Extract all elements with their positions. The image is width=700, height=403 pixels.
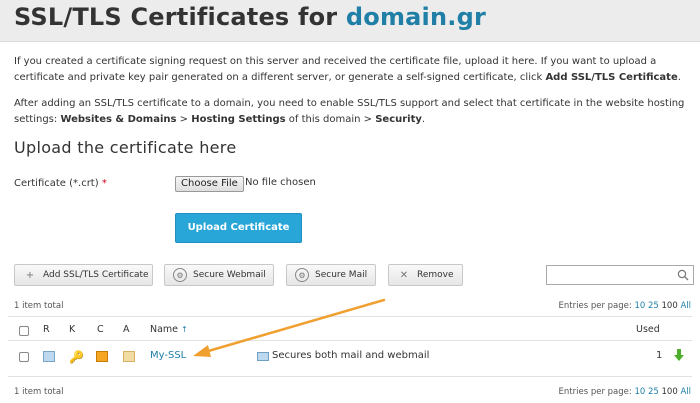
entries-option-10[interactable]: 10 xyxy=(634,301,645,311)
items-total: 1 item total xyxy=(14,387,64,397)
intro-emphasis-websites: Websites & Domains xyxy=(60,114,177,125)
entries-option-10[interactable]: 10 xyxy=(634,387,645,397)
column-c: C xyxy=(97,324,104,335)
items-total: 1 item total xyxy=(14,301,64,311)
column-name-label: Name xyxy=(150,324,179,335)
intro-paragraph-1: If you created a certificate signing req… xyxy=(14,54,690,86)
remove-icon: ✕ xyxy=(399,269,409,281)
entries-per-page: Entries per page: 10 25 100 All xyxy=(559,387,691,397)
intro-emphasis-add: Add SSL/TLS Certificate xyxy=(545,72,678,83)
sort-arrow-icon: ↑ xyxy=(181,325,188,334)
download-icon[interactable] xyxy=(674,349,684,362)
table-divider xyxy=(8,340,692,341)
key-icon: 🔑 xyxy=(69,350,84,364)
add-certificate-label: Add SSL/TLS Certificate xyxy=(43,270,149,280)
choose-file-button[interactable]: Choose File xyxy=(175,176,244,192)
mail-icon xyxy=(257,352,269,361)
column-r: R xyxy=(43,324,50,335)
entries-per-page: Entries per page: 10 25 100 All xyxy=(559,301,691,311)
secure-webmail-label: Secure Webmail xyxy=(193,270,266,280)
upload-certificate-button[interactable]: Upload Certificate xyxy=(175,213,302,243)
intro-emphasis-hosting: Hosting Settings xyxy=(191,114,286,125)
required-mark: * xyxy=(101,178,107,189)
page-title-prefix: SSL/TLS Certificates for xyxy=(14,3,346,31)
certificate-field-label: Certificate (*.crt) * xyxy=(14,178,107,189)
page-title-domain: domain.gr xyxy=(345,3,487,31)
certificate-label-text: Certificate (*.crt) xyxy=(14,178,99,189)
gear-icon: ⚙ xyxy=(173,268,187,282)
column-a: A xyxy=(123,324,130,335)
intro-text: . xyxy=(677,72,681,83)
table-divider xyxy=(8,316,692,317)
add-certificate-button[interactable]: + Add SSL/TLS Certificate xyxy=(14,264,153,286)
search-input[interactable] xyxy=(546,265,694,285)
entries-option-100: 100 xyxy=(661,387,678,397)
column-name[interactable]: Name ↑ xyxy=(150,324,188,335)
intro-text: of this domain > xyxy=(285,114,376,125)
remove-label: Remove xyxy=(417,270,454,280)
secure-mail-label: Secure Mail xyxy=(315,270,368,280)
plus-icon: + xyxy=(25,269,35,281)
entries-option-100: 100 xyxy=(661,301,678,311)
entries-option-25[interactable]: 25 xyxy=(648,301,659,311)
intro-text: > xyxy=(176,114,192,125)
remove-button[interactable]: ✕ Remove xyxy=(388,264,463,286)
table-divider xyxy=(8,376,692,377)
column-k: K xyxy=(69,324,76,335)
intro-emphasis-security: Security xyxy=(375,114,422,125)
gear-icon: ⚙ xyxy=(295,268,309,282)
search-icon[interactable] xyxy=(677,269,689,281)
entries-option-all[interactable]: All xyxy=(680,387,691,397)
select-all-checkbox[interactable] xyxy=(19,326,29,336)
certificate-description: Secures both mail and webmail xyxy=(272,350,430,361)
mail-icon xyxy=(43,351,55,362)
secure-mail-button[interactable]: ⚙ Secure Mail xyxy=(286,264,376,286)
entries-option-all[interactable]: All xyxy=(680,301,691,311)
envelope-icon xyxy=(123,351,135,362)
entries-option-25[interactable]: 25 xyxy=(648,387,659,397)
page-header: SSL/TLS Certificates for domain.gr xyxy=(0,0,700,42)
secure-webmail-button[interactable]: ⚙ Secure Webmail xyxy=(164,264,274,286)
intro-text: . xyxy=(421,114,426,125)
file-status: No file chosen xyxy=(245,177,316,188)
section-title: Upload the certificate here xyxy=(14,138,237,157)
row-checkbox[interactable] xyxy=(19,352,29,362)
column-used: Used xyxy=(636,324,660,335)
entries-label: Entries per page: xyxy=(558,301,635,311)
used-count: 1 xyxy=(656,350,663,361)
page-title: SSL/TLS Certificates for domain.gr xyxy=(14,3,486,31)
certificate-name-link[interactable]: My-SSL xyxy=(150,350,186,361)
intro-paragraph-2: After adding an SSL/TLS certificate to a… xyxy=(14,96,690,128)
entries-label: Entries per page: xyxy=(558,387,635,397)
certificate-icon xyxy=(96,351,108,362)
